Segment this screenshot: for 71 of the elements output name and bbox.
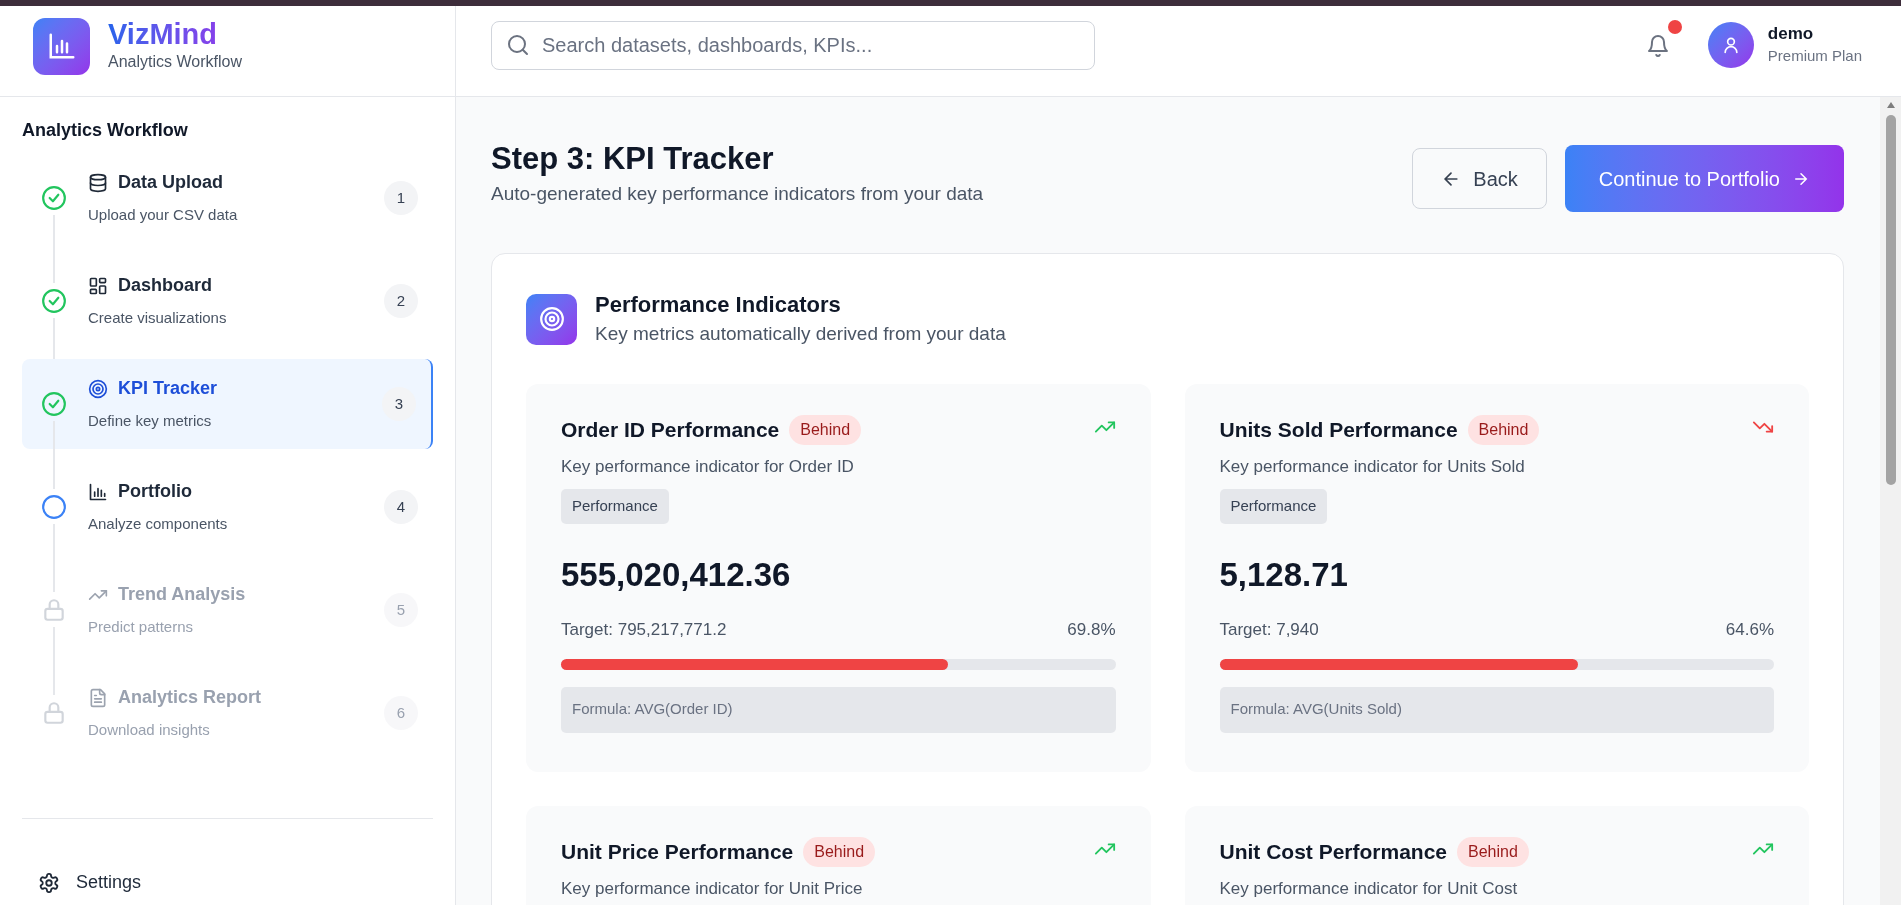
step-number: 3 (382, 387, 416, 421)
step-number: 6 (384, 696, 418, 730)
step-title: Trend Analysis (118, 583, 246, 607)
target-icon (526, 293, 577, 345)
status-badge: Behind (1457, 836, 1529, 867)
step-subtitle: Upload your CSV data (88, 205, 239, 226)
target-text: Target: 795,217,771.2 (561, 619, 727, 641)
kpi-description: Key performance indicator for Units Sold (1219, 455, 1526, 478)
step-title: KPI Tracker (118, 377, 218, 401)
status-badge: Behind (1467, 414, 1540, 445)
page-subtitle: Auto-generated key performance indicators from your data (491, 182, 984, 206)
step-item[interactable]: Portfolio Analyze components 4 (22, 462, 433, 552)
category-tag: Performance (561, 489, 669, 524)
settings-link[interactable]: Settings (22, 869, 433, 896)
formula-box: Formula: AVG(Order ID) (561, 686, 1116, 733)
step-subtitle: Create visualizations (88, 308, 228, 329)
user-name: demo (1767, 22, 1815, 45)
step-item[interactable]: KPI Tracker Define key metrics 3 (22, 359, 433, 449)
search-field[interactable]: Search datasets, dashboards, KPIs... (491, 20, 1095, 70)
step-number: 2 (384, 284, 418, 318)
target-text: Target: 7,940 (1219, 619, 1319, 641)
percent-text: 69.8% (1067, 619, 1116, 641)
sidebar-heading: Analytics Workflow (22, 119, 189, 142)
document-icon (88, 687, 108, 708)
step-title: Portfolio (118, 480, 192, 504)
brand-subtitle: Analytics Workflow (108, 52, 242, 72)
avatar-icon[interactable] (1707, 22, 1754, 68)
step-number: 4 (384, 490, 418, 524)
kpi-title: Unit Price Performance (561, 839, 794, 865)
bar-chart-icon (88, 481, 108, 502)
kpi-title: Units Sold Performance (1219, 417, 1458, 443)
step-subtitle: Analyze components (88, 514, 229, 535)
user-plan: Premium Plan (1767, 45, 1862, 66)
step-subtitle: Define key metrics (88, 411, 213, 432)
step-number: 1 (384, 181, 418, 215)
database-icon (88, 172, 108, 193)
panel-subtitle: Key metrics automatically derived from your data (595, 322, 1006, 346)
target-icon (88, 378, 108, 399)
step-title: Dashboard (118, 274, 213, 298)
category-tag: Performance (1219, 489, 1328, 524)
kpi-title: Order ID Performance (561, 417, 780, 443)
back-button[interactable]: Back (1412, 148, 1547, 209)
status-badge: Behind (789, 414, 862, 445)
step-item[interactable]: Dashboard Create visualizations 2 (22, 256, 433, 346)
page-title: Step 3: KPI Tracker (491, 140, 775, 178)
step-title: Analytics Report (118, 686, 262, 710)
formula-box: Formula: AVG(Units Sold) (1219, 686, 1774, 733)
search-icon (506, 33, 530, 57)
status-badge: Behind (803, 836, 876, 867)
kpi-value: 5,128.71 (1219, 554, 1349, 595)
logo-icon (33, 17, 90, 75)
step-subtitle: Download insights (88, 720, 211, 741)
panel-title: Performance Indicators (595, 291, 842, 319)
kpi-description: Key performance indicator for Unit Price (561, 877, 864, 900)
step-title: Data Upload (118, 171, 223, 195)
step-item[interactable]: Data Upload Upload your CSV data 1 (22, 153, 433, 243)
settings-icon (38, 871, 60, 894)
grid-icon (88, 275, 108, 296)
kpi-description: Key performance indicator for Unit Cost (1219, 877, 1519, 900)
kpi-title: Unit Cost Performance (1219, 839, 1448, 865)
step-subtitle: Predict patterns (88, 617, 195, 638)
search-input[interactable]: Search datasets, dashboards, KPIs... (542, 30, 1094, 60)
scrollbar[interactable] (1880, 97, 1901, 905)
continue-button[interactable]: Continue to Portfolio (1564, 145, 1844, 212)
percent-text: 64.6% (1725, 619, 1774, 641)
kpi-value: 555,020,412.36 (561, 554, 792, 595)
bell-icon (1645, 34, 1670, 58)
kpi-description: Key performance indicator for Order ID (561, 455, 855, 478)
scroll-up-icon[interactable] (1885, 101, 1896, 109)
step-number: 5 (384, 593, 418, 627)
scroll-thumb[interactable] (1885, 115, 1896, 485)
